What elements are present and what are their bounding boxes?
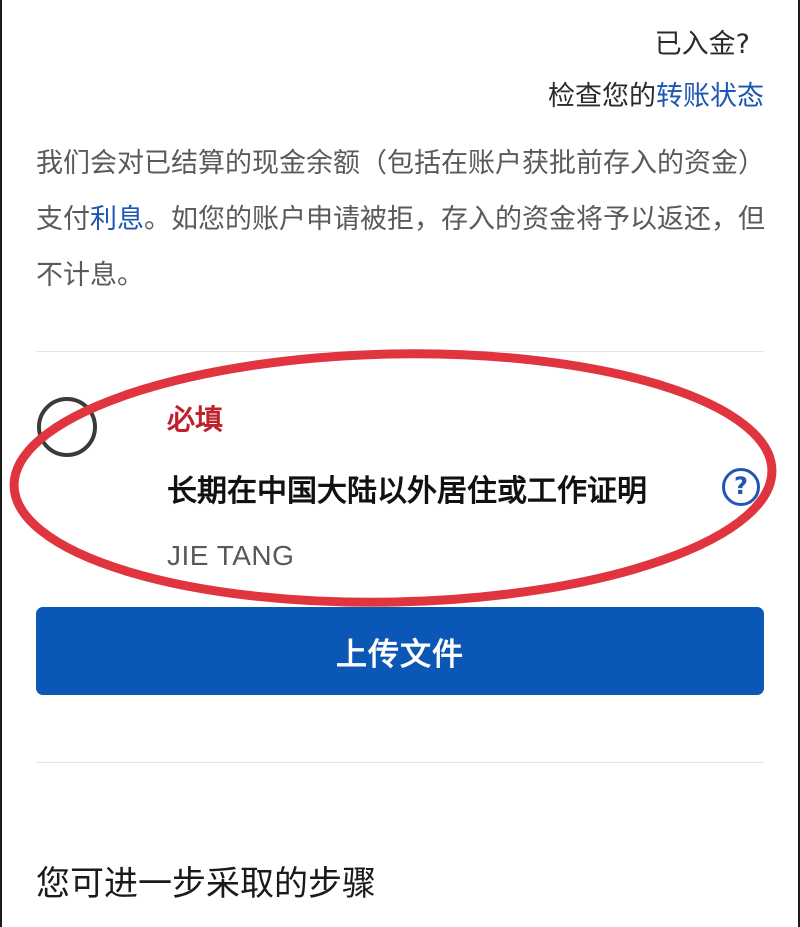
interest-note: 我们会对已结算的现金余额（包括在账户获批前存入的资金）支付利息。如您的账户申请被…: [36, 136, 766, 304]
section-divider: [36, 351, 764, 352]
required-label: 必填: [167, 403, 224, 436]
transfer-status-line: 检查您的转账状态: [548, 74, 764, 113]
next-steps-heading: 您可进一步采取的步骤: [36, 864, 376, 904]
interest-link[interactable]: 利息: [90, 204, 144, 235]
interest-note-part2: 。如您的账户申请被拒，存入的资金将予以返还，但不计息。: [36, 204, 765, 291]
question-circle-icon[interactable]: ?: [722, 468, 760, 506]
section-divider: [36, 762, 764, 763]
deposit-question: 已入金?: [654, 29, 750, 60]
empty-circle-icon: [37, 397, 97, 457]
person-name: JIE TANG: [167, 540, 295, 571]
transfer-status-link[interactable]: 转账状态: [656, 81, 764, 112]
transfer-status-prefix: 检查您的: [548, 81, 656, 112]
document-title: 长期在中国大陆以外居住或工作证明: [167, 474, 647, 509]
upload-file-button[interactable]: 上传文件: [36, 607, 764, 695]
